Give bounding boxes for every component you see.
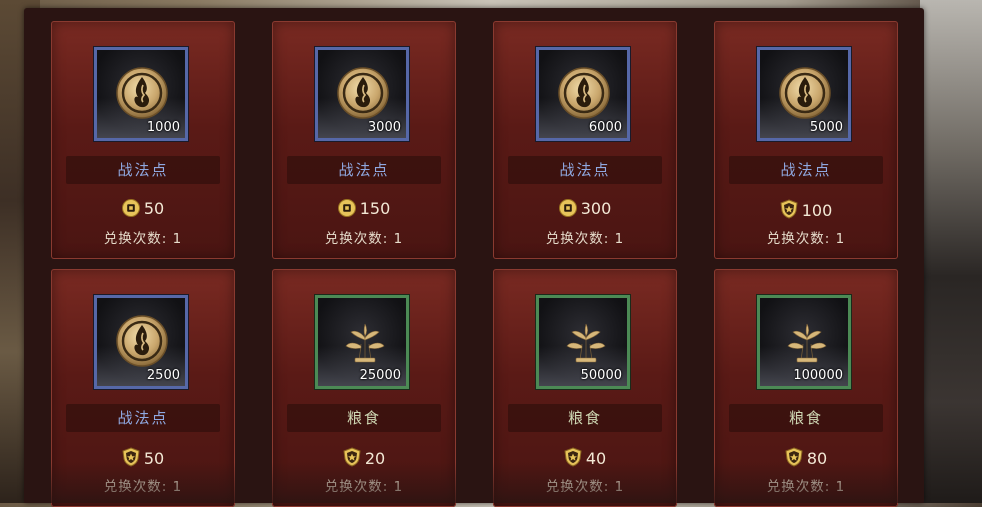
exchange-limit-label: 兑换次数: 1 [766, 479, 846, 495]
exchange-item-card[interactable]: 50000 粮食 40 兑换次数: 1 [493, 269, 677, 507]
item-price-value: 80 [806, 449, 828, 468]
item-amount: 3000 [367, 120, 401, 135]
tactic-point-icon [558, 67, 610, 119]
item-price: 20 [272, 447, 456, 469]
item-price-value: 50 [143, 199, 165, 218]
exchange-limit-label: 兑换次数: 1 [324, 231, 404, 247]
item-price-value: 300 [580, 199, 612, 218]
item-price: 40 [493, 447, 677, 469]
grain-icon [345, 323, 385, 363]
background-right [920, 0, 982, 503]
coin-icon [121, 199, 140, 217]
exchange-limit-label: 兑换次数: 1 [103, 231, 183, 247]
item-icon-frame[interactable]: 5000 [757, 47, 851, 141]
coin-icon [337, 199, 356, 217]
item-name: 战法点 [66, 404, 220, 432]
exchange-limit-label: 兑换次数: 1 [766, 231, 846, 247]
tactic-point-icon [337, 67, 389, 119]
exchange-item-card[interactable]: 100000 粮食 80 兑换次数: 1 [714, 269, 898, 507]
item-amount: 6000 [588, 120, 622, 135]
item-price: 80 [714, 447, 898, 469]
exchange-limit-label: 兑换次数: 1 [103, 479, 183, 495]
item-price: 150 [272, 199, 456, 219]
item-name: 粮食 [508, 404, 662, 432]
exchange-shop-panel: 1000 战法点 50 兑换次数: 1 3000 战法点 150 兑换次数: 1 6000 战法点… [24, 8, 924, 507]
item-price-value: 150 [359, 199, 391, 218]
exchange-item-card[interactable]: 6000 战法点 300 兑换次数: 1 [493, 21, 677, 259]
item-name: 战法点 [508, 156, 662, 184]
item-icon-frame[interactable]: 25000 [315, 295, 409, 389]
item-amount: 2500 [146, 368, 180, 383]
grain-icon [566, 323, 606, 363]
item-amount: 1000 [146, 120, 180, 135]
item-icon-frame[interactable]: 1000 [94, 47, 188, 141]
item-price-value: 40 [585, 449, 607, 468]
item-name: 战法点 [66, 156, 220, 184]
shield-token-icon [564, 447, 582, 467]
shield-token-icon [785, 447, 803, 467]
exchange-item-card[interactable]: 25000 粮食 20 兑换次数: 1 [272, 269, 456, 507]
exchange-item-card[interactable]: 1000 战法点 50 兑换次数: 1 [51, 21, 235, 259]
exchange-limit-label: 兑换次数: 1 [324, 479, 404, 495]
item-name: 粮食 [287, 404, 441, 432]
shield-token-icon [122, 447, 140, 467]
item-name: 战法点 [729, 156, 883, 184]
exchange-limit-label: 兑换次数: 1 [545, 479, 625, 495]
item-icon-frame[interactable]: 50000 [536, 295, 630, 389]
exchange-item-card[interactable]: 5000 战法点 100 兑换次数: 1 [714, 21, 898, 259]
item-price-value: 100 [801, 201, 833, 220]
shield-token-icon [343, 447, 361, 467]
item-price-value: 20 [364, 449, 386, 468]
shield-token-icon [780, 199, 798, 219]
item-icon-frame[interactable]: 3000 [315, 47, 409, 141]
tactic-point-icon [116, 67, 168, 119]
item-price: 300 [493, 199, 677, 219]
item-icon-frame[interactable]: 100000 [757, 295, 851, 389]
grain-icon [787, 323, 827, 363]
item-icon-frame[interactable]: 2500 [94, 295, 188, 389]
exchange-limit-label: 兑换次数: 1 [545, 231, 625, 247]
item-amount: 100000 [793, 368, 843, 383]
item-price: 100 [714, 199, 898, 221]
item-amount: 50000 [580, 368, 622, 383]
item-name: 粮食 [729, 404, 883, 432]
coin-icon [558, 199, 577, 217]
tactic-point-icon [116, 315, 168, 367]
exchange-item-card[interactable]: 2500 战法点 50 兑换次数: 1 [51, 269, 235, 507]
item-name: 战法点 [287, 156, 441, 184]
item-amount: 5000 [809, 120, 843, 135]
item-amount: 25000 [359, 368, 401, 383]
tactic-point-icon [779, 67, 831, 119]
item-price-value: 50 [143, 449, 165, 468]
item-icon-frame[interactable]: 6000 [536, 47, 630, 141]
item-price: 50 [51, 199, 235, 219]
exchange-item-card[interactable]: 3000 战法点 150 兑换次数: 1 [272, 21, 456, 259]
item-price: 50 [51, 447, 235, 469]
